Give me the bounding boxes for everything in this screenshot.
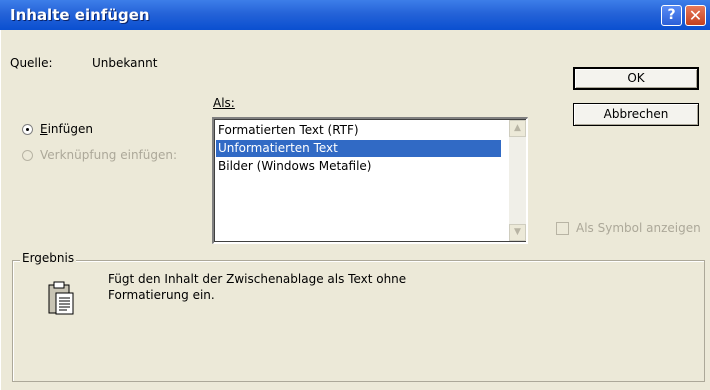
result-description: Fügt den Inhalt der Zwischenablage als T… [108,272,407,302]
window-title: Inhalte einfügen [10,6,150,24]
result-group-label: Ergebnis [20,251,77,265]
list-item-rtf[interactable]: Formatierten Text (RTF) [216,122,359,139]
scroll-up-arrow-icon[interactable]: ▲ [509,120,526,137]
list-item-unformatted[interactable]: Unformatierten Text [216,140,501,157]
clipboard-icon [47,280,75,316]
list-item-metafile[interactable]: Bilder (Windows Metafile) [216,158,371,175]
cancel-button[interactable]: Abbrechen [573,103,699,126]
paste-radio-label[interactable]: Einfügen [40,122,93,136]
paste-radio[interactable] [22,124,33,135]
help-button[interactable]: ? [661,5,682,26]
show-as-icon-label[interactable]: Als Symbol anzeigen [576,221,701,235]
link-radio-label[interactable]: Verknüpfung einfügen: [40,148,177,162]
as-label: Als: [213,96,235,110]
show-as-icon-checkbox[interactable] [556,222,569,235]
scroll-down-arrow-icon[interactable]: ▼ [509,224,526,241]
list-scrollbar[interactable]: ▲ ▼ [509,120,526,241]
title-bar: Inhalte einfügen ? ✕ [0,0,710,30]
format-listbox[interactable]: Formatierten Text (RTF) Unformatierten T… [212,117,528,244]
close-button[interactable]: ✕ [685,5,706,26]
source-value: Unbekannt [92,56,158,70]
source-label: Quelle: [10,56,53,70]
link-radio[interactable] [22,150,33,161]
ok-button[interactable]: OK [573,67,699,90]
